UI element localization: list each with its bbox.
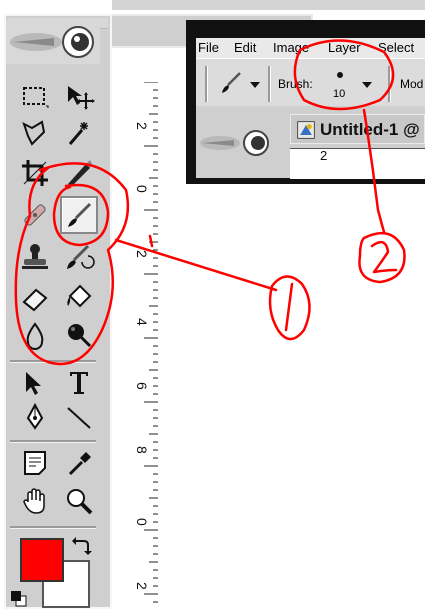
inset-ruler-label: 2 xyxy=(320,148,328,163)
eyedropper-tool-icon xyxy=(68,452,91,476)
eraser-tool-icon xyxy=(22,288,48,312)
brush-tip-preview[interactable] xyxy=(337,72,343,78)
app-logo-icon xyxy=(200,130,269,156)
rectangular-marquee-tool-icon xyxy=(23,87,49,108)
hand-tool-icon xyxy=(23,488,45,514)
move-tool-icon xyxy=(68,86,95,110)
options-divider xyxy=(268,66,271,102)
options-divider xyxy=(388,66,391,102)
pen-tool[interactable] xyxy=(18,400,52,434)
brush-label: Brush: xyxy=(278,77,313,91)
menu-layer[interactable]: Layer xyxy=(328,40,361,55)
inset-document-title: Untitled-1 @ xyxy=(320,120,420,139)
menu-image[interactable]: Image xyxy=(273,40,309,55)
healing-brush-tool-icon xyxy=(24,204,46,226)
type-tool[interactable] xyxy=(62,366,96,400)
ruler-label: 6 xyxy=(134,382,150,390)
line-tool-icon xyxy=(67,407,91,429)
clone-stamp-tool-icon xyxy=(22,244,48,269)
zoom-tool[interactable] xyxy=(62,484,96,518)
options-bar-grip xyxy=(205,66,208,102)
crop-tool-icon xyxy=(22,160,48,186)
blur-tool-icon xyxy=(26,322,44,350)
paint-bucket-tool-icon xyxy=(67,284,92,308)
hand-tool[interactable] xyxy=(18,484,52,518)
brush-size: 10 xyxy=(333,88,346,100)
path-selection-tool[interactable] xyxy=(18,366,52,400)
path-selection-tool-icon xyxy=(26,372,41,395)
type-tool-icon xyxy=(70,372,88,394)
lasso-tool-icon xyxy=(22,120,46,146)
menu-edit[interactable]: Edit xyxy=(234,40,256,55)
ruler-label: 0 xyxy=(134,185,150,193)
swap-colors-icon[interactable] xyxy=(70,535,92,557)
document-icon xyxy=(297,121,315,139)
slice-tool[interactable] xyxy=(62,156,96,190)
chevron-down-icon[interactable] xyxy=(250,82,260,88)
line-tool[interactable] xyxy=(62,400,96,434)
rectangular-marquee-tool[interactable] xyxy=(18,80,52,114)
move-tool[interactable] xyxy=(62,80,96,114)
clone-stamp-tool[interactable] xyxy=(18,240,52,274)
history-brush-tool[interactable] xyxy=(62,240,96,274)
chevron-down-icon[interactable] xyxy=(362,82,372,88)
blur-tool[interactable] xyxy=(18,318,52,352)
mode-label: Mod xyxy=(400,77,424,91)
eraser-tool[interactable] xyxy=(18,280,52,314)
toolbox-divider xyxy=(10,440,96,443)
ruler-label: 4 xyxy=(134,318,150,326)
notes-tool-icon xyxy=(24,451,46,475)
ruler-label: 0 xyxy=(134,518,150,526)
history-brush-tool-icon xyxy=(67,244,95,269)
crop-tool[interactable] xyxy=(18,156,52,190)
pen-tool-icon xyxy=(26,402,44,430)
inset-horizontal-ruler xyxy=(290,148,425,179)
brush-tool[interactable] xyxy=(60,196,98,234)
window-frame-top xyxy=(112,0,425,10)
notes-tool[interactable] xyxy=(18,446,52,480)
menu-bar: File Edit Image Layer Select xyxy=(196,38,425,58)
dodge-tool-icon xyxy=(68,324,92,348)
slice-tool-icon xyxy=(68,160,92,186)
ruler-ticks xyxy=(144,82,158,603)
ruler-label: 8 xyxy=(134,446,150,454)
magic-wand-tool[interactable] xyxy=(62,116,96,150)
toolbox-divider xyxy=(10,360,96,363)
dodge-tool[interactable] xyxy=(62,318,96,352)
default-colors-icon[interactable] xyxy=(10,590,28,608)
app-logo-icon[interactable] xyxy=(6,20,100,64)
ruler-label: 2 xyxy=(134,250,150,258)
magic-wand-tool-icon xyxy=(68,122,88,145)
brush-tool-icon xyxy=(68,202,92,227)
ruler-label: 2 xyxy=(134,582,150,590)
ruler-label: 2 xyxy=(134,122,150,130)
menu-select[interactable]: Select xyxy=(378,40,414,55)
paint-bucket-tool[interactable] xyxy=(62,280,96,314)
brush-preset-icon[interactable] xyxy=(218,70,244,96)
toolbox-divider xyxy=(10,526,96,529)
menu-file[interactable]: File xyxy=(198,40,219,55)
eyedropper-tool[interactable] xyxy=(62,446,96,480)
foreground-color-swatch[interactable] xyxy=(20,538,64,582)
lasso-tool[interactable] xyxy=(18,116,52,150)
zoom-tool-icon xyxy=(67,489,93,515)
healing-brush-tool[interactable] xyxy=(18,198,52,232)
